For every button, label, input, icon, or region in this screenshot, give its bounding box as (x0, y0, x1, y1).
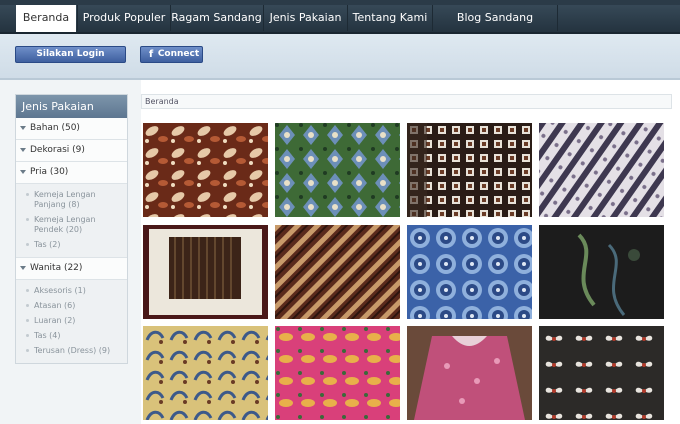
facebook-icon: f (148, 49, 154, 60)
sidebar-item-bahan[interactable]: Bahan (50) (16, 118, 127, 140)
product-thumbnail[interactable] (275, 225, 400, 319)
sidebar-subitem[interactable]: Tas (4) (26, 329, 127, 344)
login-button[interactable]: Silakan Login (15, 46, 126, 63)
sidebar-item-label: Wanita (22) (30, 263, 83, 273)
product-thumbnail[interactable] (275, 326, 400, 420)
product-thumbnail[interactable] (143, 326, 268, 420)
sidebar-item-wanita[interactable]: Wanita (22) (16, 258, 127, 280)
nav-item-jenis-pakaian[interactable]: Jenis Pakaian (264, 5, 348, 31)
product-thumbnail[interactable] (143, 225, 268, 319)
product-thumbnail[interactable] (539, 123, 664, 217)
sidebar-item-label: Bahan (50) (30, 123, 80, 133)
sidebar-submenu-wanita: Aksesoris (1) Atasan (6) Luaran (2) Tas … (16, 280, 127, 363)
sidebar: Jenis Pakaian Bahan (50) Dekorasi (9) Pr… (15, 94, 128, 364)
sidebar-subitem[interactable]: Luaran (2) (26, 314, 127, 329)
nav-item-ragam-sandang[interactable]: Ragam Sandang (170, 5, 264, 31)
triangle-down-icon (20, 169, 26, 174)
sidebar-submenu-pria: Kemeja Lengan Panjang (8) Kemeja Lengan … (16, 184, 127, 258)
sidebar-subitem[interactable]: Terusan (Dress) (9) (26, 344, 127, 359)
product-thumbnail[interactable] (407, 225, 532, 319)
triangle-down-icon (20, 147, 26, 152)
sidebar-item-label: Pria (30) (30, 167, 69, 177)
nav-item-beranda[interactable]: Beranda (16, 5, 76, 32)
sidebar-subitem[interactable]: Aksesoris (1) (26, 284, 127, 299)
product-thumbnail[interactable] (539, 326, 664, 420)
nav-item-blog-sandang[interactable]: Blog Sandang Indonesia (433, 5, 558, 50)
triangle-down-icon (20, 125, 26, 130)
triangle-down-icon (20, 265, 26, 270)
sidebar-subitem[interactable]: Kemeja Lengan Panjang (8) (26, 188, 127, 213)
product-thumbnail[interactable] (275, 123, 400, 217)
product-thumbnail[interactable] (407, 326, 532, 420)
breadcrumb: Beranda (141, 94, 672, 109)
product-thumbnail[interactable] (539, 225, 664, 319)
product-thumbnail[interactable] (407, 123, 532, 217)
sidebar-subitem[interactable]: Atasan (6) (26, 299, 127, 314)
sidebar-item-pria[interactable]: Pria (30) (16, 162, 127, 184)
login-bar: Silakan Login f Connect (0, 34, 680, 80)
product-thumbnail[interactable] (143, 123, 268, 217)
nav-item-produk-populer[interactable]: Produk Populer (77, 5, 171, 31)
nav-item-tentang-kami[interactable]: Tentang Kami (348, 5, 433, 31)
top-navigation: Beranda Produk Populer Ragam Sandang Jen… (0, 0, 680, 50)
sidebar-title: Jenis Pakaian (16, 95, 127, 118)
facebook-connect-button[interactable]: f Connect (140, 46, 203, 63)
sidebar-item-dekorasi[interactable]: Dekorasi (9) (16, 140, 127, 162)
sidebar-subitem[interactable]: Kemeja Lengan Pendek (20) (26, 213, 127, 238)
sidebar-item-label: Dekorasi (9) (30, 145, 85, 155)
sidebar-subitem[interactable]: Tas (2) (26, 238, 127, 253)
